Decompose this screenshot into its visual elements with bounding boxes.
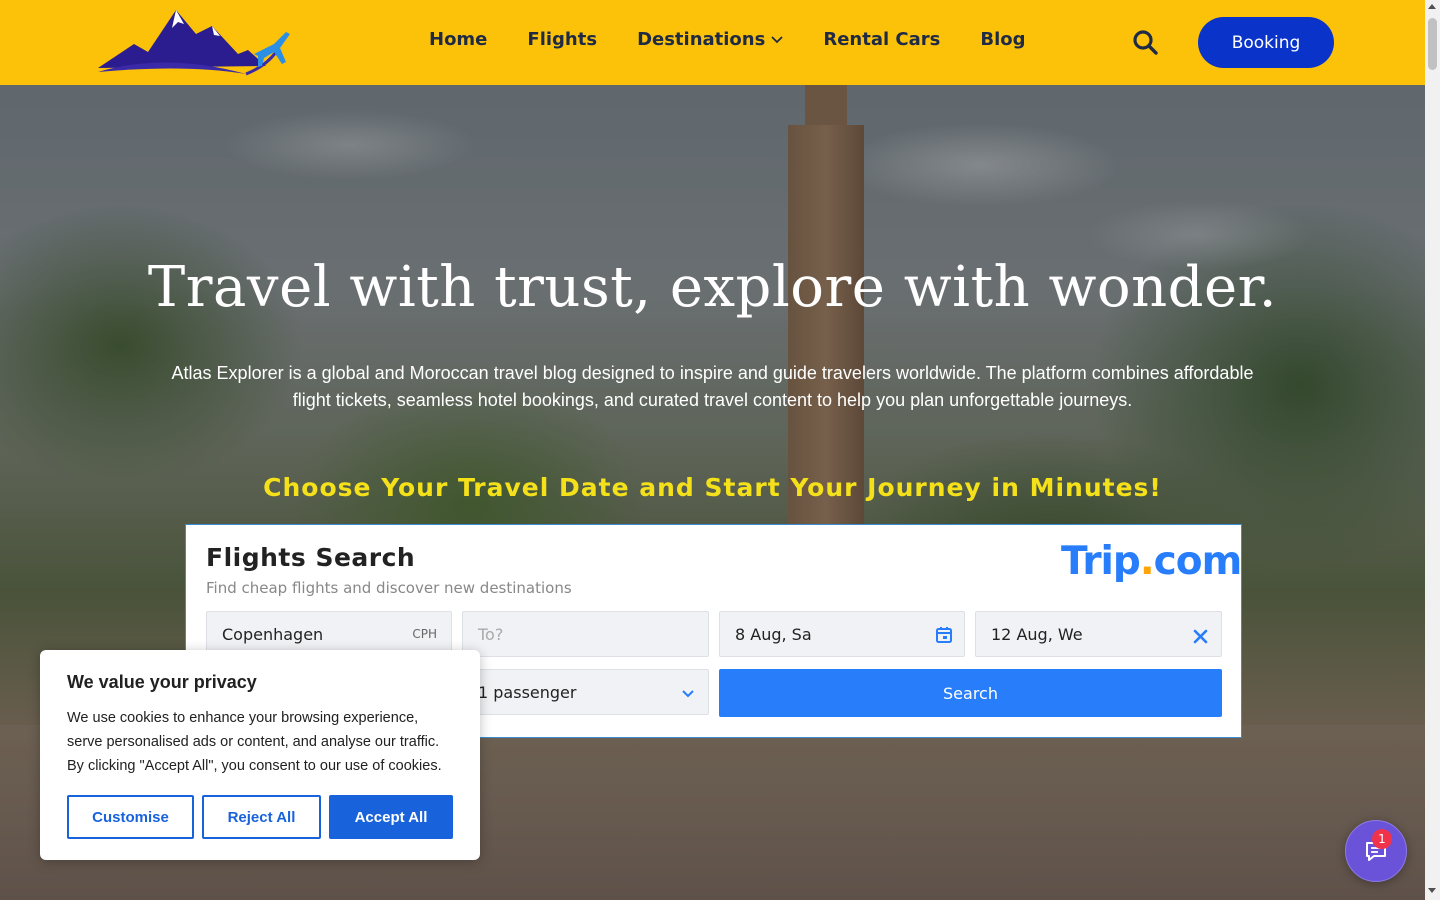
trip-logo-dot: . xyxy=(1139,539,1155,584)
hero-description: Atlas Explorer is a global and Moroccan … xyxy=(171,363,1254,410)
trip-logo-tld: com xyxy=(1153,539,1243,584)
nav-flights[interactable]: Flights xyxy=(527,29,597,50)
trip-com-logo[interactable]: Trip.com xyxy=(1061,539,1243,584)
booking-button[interactable]: Booking xyxy=(1198,17,1334,68)
to-placeholder: To? xyxy=(478,624,504,644)
nav-destinations-label: Destinations xyxy=(637,29,766,50)
close-icon[interactable] xyxy=(1191,627,1211,647)
from-value: Copenhagen xyxy=(222,624,324,644)
hero-cta: Choose Your Travel Date and Start Your J… xyxy=(263,473,1162,502)
nav-home-label: Home xyxy=(429,29,488,50)
chat-button[interactable]: 1 xyxy=(1345,820,1407,882)
chat-notification-badge: 1 xyxy=(1372,829,1392,849)
nav-flights-label: Flights xyxy=(527,29,598,50)
nav-blog[interactable]: Blog xyxy=(980,29,1025,50)
chevron-down-icon xyxy=(682,690,694,698)
customise-button[interactable]: Customise xyxy=(67,795,194,839)
nav-rental-cars[interactable]: Rental Cars xyxy=(823,29,940,50)
trip-logo-name: Trip xyxy=(1061,539,1141,584)
page: Travel with trust, explore with wonder. … xyxy=(0,0,1425,900)
widget-title: Flights Search xyxy=(206,543,416,572)
depart-date-field[interactable]: 8 Aug, Sa xyxy=(719,611,965,657)
reject-all-button[interactable]: Reject All xyxy=(202,795,321,839)
return-date-field[interactable]: 12 Aug, We xyxy=(975,611,1222,657)
cookie-text: We use cookies to enhance your browsing … xyxy=(67,710,442,774)
depart-date-value: 8 Aug, Sa xyxy=(735,624,812,644)
main-nav: Home Flights Destinations Rental Cars Bl… xyxy=(429,29,1026,50)
scroll-down-arrow[interactable] xyxy=(1428,888,1436,893)
passengers-value: 1 passenger xyxy=(478,682,577,702)
from-code: CPH xyxy=(412,627,437,641)
mountains-airplane-logo[interactable] xyxy=(96,4,290,78)
site-header: Home Flights Destinations Rental Cars Bl… xyxy=(0,0,1425,85)
calendar-icon[interactable] xyxy=(934,625,954,645)
scroll-up-arrow[interactable] xyxy=(1428,4,1436,9)
scrollbar-thumb[interactable] xyxy=(1428,18,1437,70)
widget-subtitle: Find cheap flights and discover new dest… xyxy=(206,579,572,597)
nav-blog-label: Blog xyxy=(980,29,1026,50)
cookie-title: We value your privacy xyxy=(67,672,257,692)
chevron-down-icon xyxy=(771,35,783,43)
cookie-consent-banner: We value your privacy We use cookies to … xyxy=(40,650,480,860)
search-flights-button[interactable]: Search xyxy=(719,669,1222,717)
return-date-value: 12 Aug, We xyxy=(991,624,1083,644)
nav-rental-cars-label: Rental Cars xyxy=(823,29,941,50)
passengers-select[interactable]: 1 passenger xyxy=(462,669,709,715)
search-icon[interactable] xyxy=(1132,29,1158,55)
hero-title: Travel with trust, explore with wonder. xyxy=(147,255,1278,320)
page-scrollbar[interactable] xyxy=(1425,0,1440,900)
accept-all-button[interactable]: Accept All xyxy=(329,795,453,839)
nav-destinations[interactable]: Destinations xyxy=(637,29,783,50)
to-field[interactable]: To? xyxy=(462,611,709,657)
nav-home[interactable]: Home xyxy=(429,29,487,50)
